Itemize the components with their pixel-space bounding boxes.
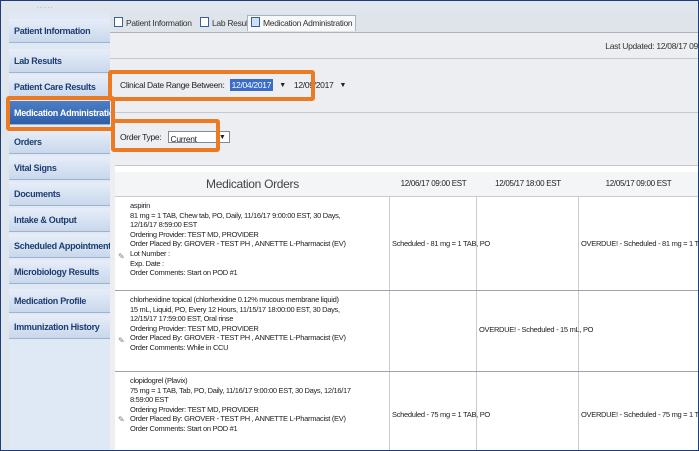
order-line: Exp. Date : (130, 258, 164, 268)
order-line: Order Placed By: GROVER - TEST PH , ANNE… (130, 333, 346, 343)
tab-bar: Patient Information Lab Results Medicati… (110, 13, 698, 33)
order-line: Order Placed By: GROVER - TEST PH , ANNE… (130, 239, 346, 249)
main-panel: Patient Information Lab Results Medicati… (108, 13, 698, 450)
sidebar-grip[interactable]: ...... (37, 4, 77, 10)
sidebar-item-orders[interactable]: Orders (9, 130, 110, 154)
schedule-text: OVERDUE! - Scheduled - 15 mL, PO (479, 325, 594, 334)
table-row[interactable]: ✎ aspirin 81 mg = 1 TAB, Chew tab, PO, D… (115, 197, 698, 291)
header-time-1[interactable]: 12/06/17 09:00 EST (390, 172, 478, 197)
schedule-cell[interactable] (579, 291, 698, 371)
order-type-highlight (111, 119, 220, 152)
order-cell: ✎ chlorhexidine topical (chlorhexidine 0… (115, 291, 390, 371)
order-line: 12/16/17 8:59:00 EST (130, 220, 197, 230)
order-line: Ordering Provider: TEST MD, PROVIDER (130, 404, 259, 414)
table-row[interactable]: ✎ clopidogrel (Plavix) 75 mg = 1 TAB, Ta… (115, 372, 698, 450)
order-line: Lot Number : (130, 248, 170, 258)
table-row[interactable]: ✎ chlorhexidine topical (chlorhexidine 0… (115, 291, 698, 372)
sidebar-item-immunization-history[interactable]: Immunization History (9, 315, 110, 339)
order-line: Ordering Provider: TEST MD, PROVIDER (130, 323, 259, 333)
order-line: Order Comments: Start on POD #1 (130, 423, 238, 433)
order-line: 8:59:00 EST (130, 395, 169, 405)
sidebar-item-scheduled-appointments[interactable]: Scheduled Appointments (9, 234, 110, 258)
order-line: Order Comments: While in CCU (130, 342, 229, 352)
tab-medication-administration[interactable]: Medication Administration (247, 15, 357, 31)
pencil-icon[interactable]: ✎ (118, 252, 125, 261)
tab-label: Patient Information (126, 18, 192, 28)
sidebar-item-microbiology-results[interactable]: Microbiology Results (9, 260, 110, 284)
schedule-cell[interactable]: OVERDUE! - Scheduled - 75 mg = 1 TAB, PO (579, 372, 698, 450)
divider (110, 58, 698, 59)
order-line: clopidogrel (Plavix) (130, 376, 188, 385)
sidebar-item-documents[interactable]: Documents (9, 182, 110, 206)
schedule-text: OVERDUE! - Scheduled - 81 mg = 1 TAB, PO (581, 239, 698, 248)
order-line: 81 mg = 1 TAB, Chew tab, PO, Daily, 11/1… (130, 210, 341, 220)
order-line: chlorhexidine topical (chlorhexidine 0.1… (130, 295, 339, 304)
sidebar-item-patient-information[interactable]: Patient Information (9, 19, 110, 43)
schedule-text: OVERDUE! - Scheduled - 75 mg = 1 TAB, PO (581, 410, 698, 419)
schedule-cell[interactable]: OVERDUE! - Scheduled - 81 mg = 1 TAB, PO (579, 197, 698, 290)
order-text: chlorhexidine topical (chlorhexidine 0.1… (130, 295, 390, 353)
order-line: Ordering Provider: TEST MD, PROVIDER (130, 229, 259, 239)
date-range-highlight (108, 70, 315, 101)
order-cell: ✎ aspirin 81 mg = 1 TAB, Chew tab, PO, D… (115, 197, 390, 290)
sidebar-item-intake-output[interactable]: Intake & Output (9, 208, 110, 232)
pencil-icon[interactable]: ✎ (118, 336, 125, 345)
sidebar-item-vital-signs[interactable]: Vital Signs (9, 156, 110, 180)
last-updated: Last Updated: 12/08/17 09 (605, 41, 698, 51)
schedule-text: Scheduled - 81 mg = 1 TAB, PO (392, 239, 490, 248)
divider (110, 112, 698, 113)
schedule-cell[interactable] (477, 197, 579, 290)
order-text: aspirin 81 mg = 1 TAB, Chew tab, PO, Dai… (130, 201, 390, 278)
tab-lab-results[interactable]: Lab Results (200, 16, 254, 31)
header-time-2[interactable]: 12/05/17 18:00 EST (477, 172, 580, 197)
order-cell: ✎ clopidogrel (Plavix) 75 mg = 1 TAB, Ta… (115, 372, 390, 450)
order-line: 15 mL, Liquid, PO, Every 12 Hours, 11/15… (130, 304, 340, 314)
order-line: aspirin (130, 201, 150, 210)
schedule-text: Scheduled - 75 mg = 1 TAB, PO (392, 410, 490, 419)
order-line: Order Comments: Start on POD #1 (130, 268, 238, 278)
document-icon (251, 17, 260, 27)
chevron-down-icon[interactable]: ▼ (340, 82, 347, 89)
schedule-cell[interactable]: Scheduled - 81 mg = 1 TAB, PO (390, 197, 490, 290)
order-line: Order Placed By: GROVER - TEST PH , ANNE… (130, 414, 346, 424)
sidebar-item-medication-profile[interactable]: Medication Profile (9, 289, 110, 313)
order-line: 12/15/17 17:59:00 EST, Oral rinse (130, 314, 234, 324)
document-icon (200, 17, 209, 27)
order-line: 75 mg = 1 TAB, Tab, PO, Daily, 11/16/17 … (130, 385, 351, 395)
pencil-icon[interactable]: ✎ (118, 415, 125, 424)
schedule-cell[interactable]: Scheduled - 75 mg = 1 TAB, PO (390, 372, 490, 450)
header-medication-orders[interactable]: Medication Orders (115, 172, 391, 197)
sidebar-item-lab-results[interactable]: Lab Results (9, 49, 110, 73)
medication-grid: Medication Orders 12/06/17 09:00 EST 12/… (115, 165, 698, 450)
tab-patient-information[interactable]: Patient Information (114, 16, 192, 31)
sidebar: ...... Patient Information Lab Results P… (9, 4, 110, 450)
schedule-cell[interactable] (477, 372, 579, 450)
document-icon (114, 17, 123, 27)
schedule-cell[interactable] (390, 291, 477, 371)
header-time-3[interactable]: 12/05/17 09:00 EST (579, 172, 698, 197)
app-window: ...... Patient Information Lab Results P… (0, 0, 699, 451)
sidebar-highlight (6, 96, 115, 131)
order-text: clopidogrel (Plavix) 75 mg = 1 TAB, Tab,… (130, 376, 390, 434)
schedule-cell[interactable]: OVERDUE! - Scheduled - 15 mL, PO (477, 291, 594, 371)
tab-label: Medication Administration (263, 18, 353, 28)
